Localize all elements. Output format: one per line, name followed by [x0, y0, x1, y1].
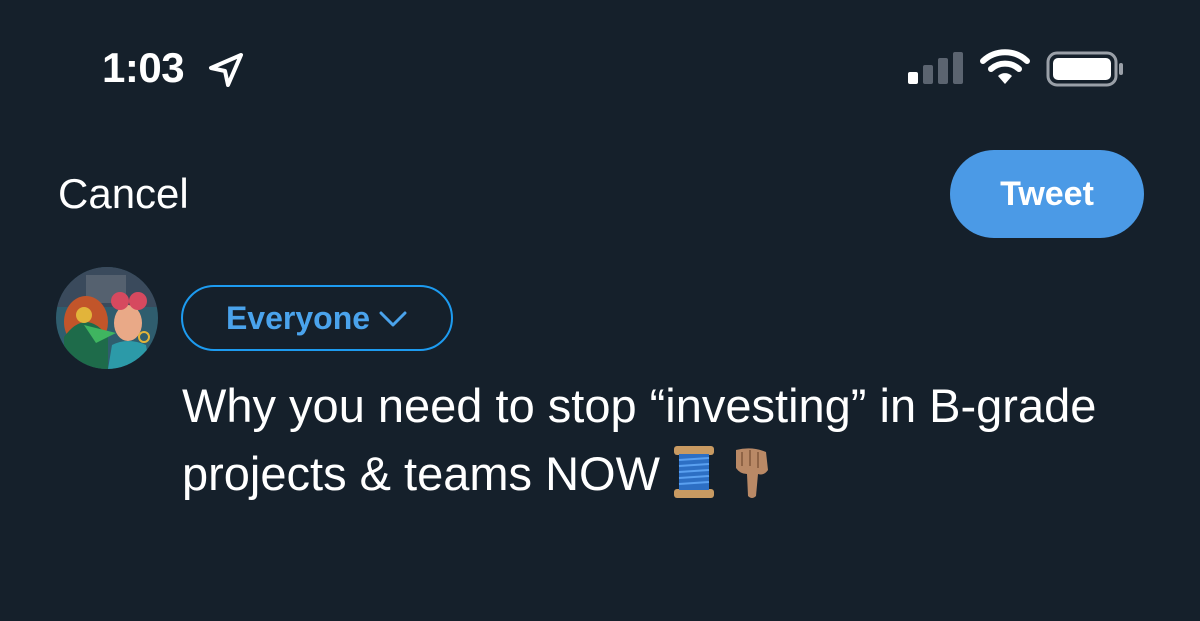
tweet-compose-screen: 1:03 Cancel Tweet Everyone Why you need …	[0, 0, 1200, 621]
location-arrow-icon	[209, 53, 243, 87]
cancel-button[interactable]: Cancel	[58, 168, 189, 220]
battery-icon	[1046, 51, 1123, 87]
tweet-button-label: Tweet	[1000, 174, 1094, 213]
status-time: 1:03	[102, 44, 185, 91]
tweet-text: Why you need to stop “investing” in B-gr…	[182, 379, 1097, 500]
avatar-image	[56, 267, 158, 369]
avatar[interactable]	[56, 267, 158, 369]
cellular-signal-icon	[908, 52, 963, 84]
spool-of-thread-icon	[673, 446, 714, 498]
audience-label: Everyone	[225, 299, 371, 336]
chevron-down-icon	[379, 311, 407, 327]
tweet-button[interactable]: Tweet	[950, 150, 1144, 238]
wifi-icon	[980, 49, 1030, 84]
audience-selector[interactable]: Everyone	[181, 285, 453, 351]
pointing-down-hand-icon	[735, 448, 768, 498]
tweet-text-area[interactable]: Why you need to stop “investing” in B-gr…	[182, 372, 1142, 508]
